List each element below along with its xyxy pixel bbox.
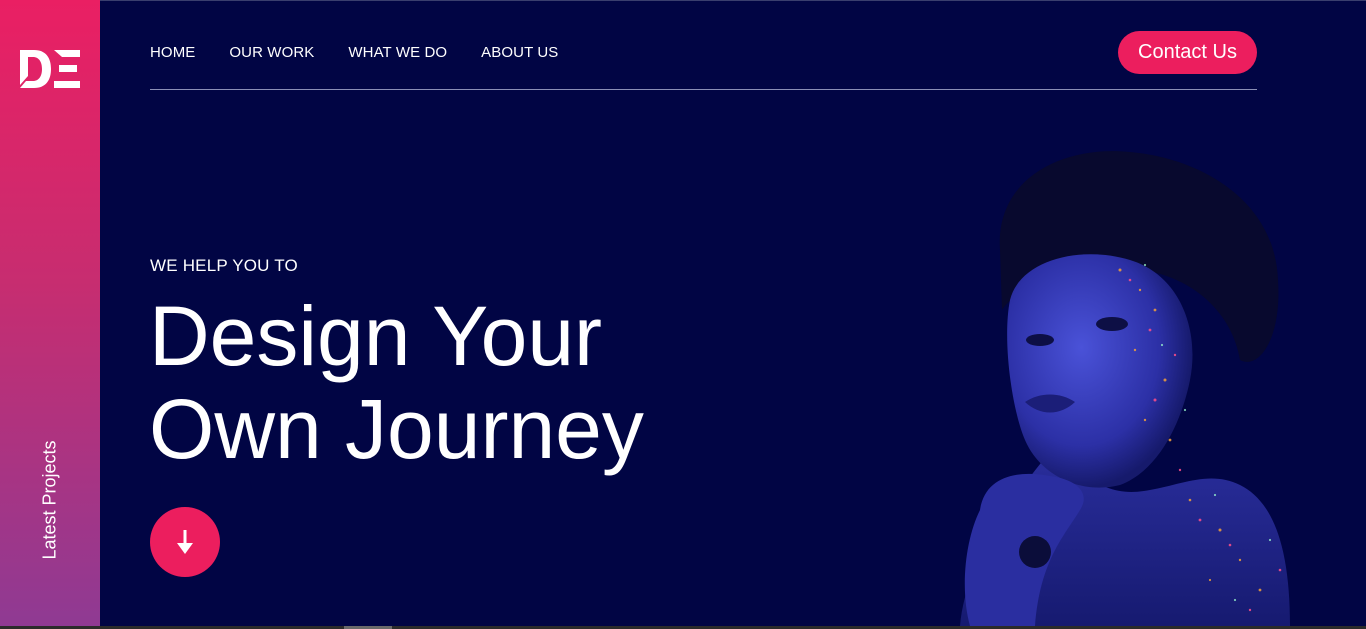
hero-title: Design Your Own Journey (149, 290, 644, 476)
nav-about-us[interactable]: ABOUT US (481, 44, 558, 61)
hero-portrait-image (960, 151, 1290, 626)
scroll-down-button[interactable] (150, 507, 220, 577)
hero-title-line-2: Own Journey (149, 382, 644, 476)
nav-our-work[interactable]: OUR WORK (229, 44, 314, 61)
top-border (0, 0, 1366, 1)
hero-kicker: WE HELP YOU TO (150, 256, 298, 275)
brand-logo[interactable] (20, 50, 80, 88)
latest-projects-link[interactable]: Latest Projects (40, 440, 61, 559)
nav-what-we-do[interactable]: WHAT WE DO (348, 44, 447, 61)
arrow-down-icon (177, 530, 193, 554)
main-nav: HOME OUR WORK WHAT WE DO ABOUT US (150, 44, 592, 61)
header-divider (150, 89, 1257, 90)
nav-home[interactable]: HOME (150, 44, 195, 61)
contact-us-button[interactable]: Contact Us (1118, 31, 1257, 74)
left-sidebar: Latest Projects (0, 0, 100, 626)
hero-title-line-1: Design Your (149, 289, 603, 383)
landing-page: Latest Projects HOME OUR WORK WHAT WE DO… (0, 0, 1366, 629)
